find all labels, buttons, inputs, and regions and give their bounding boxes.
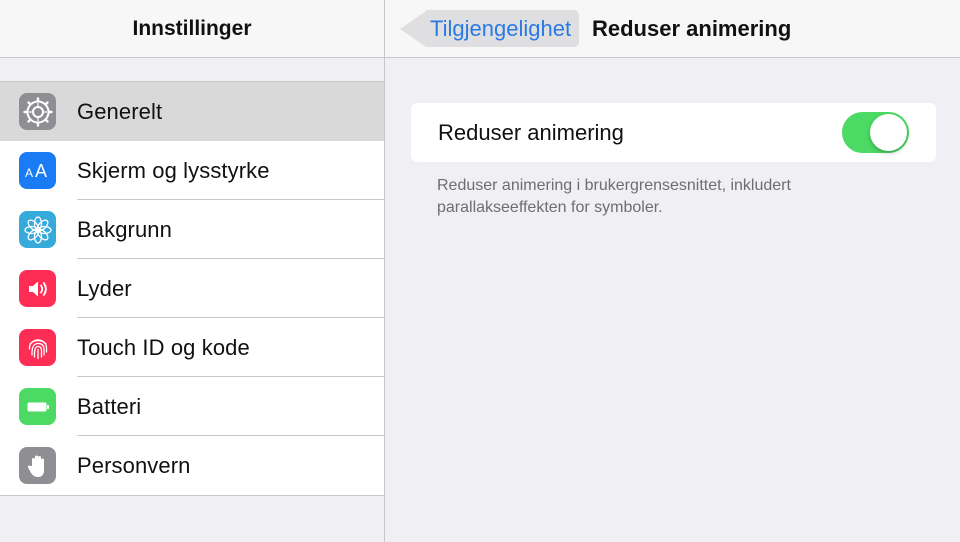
reduce-motion-row: Reduser animering [411, 103, 936, 162]
sidebar-item-label: Skjerm og lysstyrke [77, 157, 270, 183]
sidebar-item-personvern[interactable]: Personvern [0, 436, 384, 495]
battery-icon [19, 388, 56, 425]
reduce-motion-toggle[interactable] [842, 112, 909, 153]
back-arrow-icon [400, 10, 426, 47]
svg-text:A: A [25, 166, 33, 180]
reduce-motion-label: Reduser animering [438, 119, 624, 145]
sidebar-title: Innstillinger [0, 0, 384, 58]
sidebar-item-touch-id[interactable]: Touch ID og kode [0, 318, 384, 377]
sidebar-item-label: Personvern [77, 452, 191, 478]
sidebar-item-label: Touch ID og kode [77, 334, 250, 360]
speaker-icon [19, 270, 56, 307]
sidebar-item-label: Batteri [77, 393, 142, 419]
toggle-knob [870, 114, 907, 151]
sidebar-item-skjerm[interactable]: A A Skjerm og lysstyrke [0, 141, 384, 200]
sidebar-item-label: Generelt [77, 98, 163, 124]
sidebar-item-label: Bakgrunn [77, 216, 172, 242]
svg-text:A: A [35, 161, 47, 181]
sidebar-item-batteri[interactable]: Batteri [0, 377, 384, 436]
back-button[interactable]: Tilgjengelighet [400, 10, 580, 47]
sidebar-item-lyder[interactable]: Lyder [0, 259, 384, 318]
flower-icon [19, 211, 56, 248]
detail-pane: Tilgjengelighet Reduser animering Reduse… [385, 0, 960, 542]
text-size-icon: A A [19, 152, 56, 189]
page-title: Reduser animering [592, 16, 792, 41]
back-button-label: Tilgjengelighet [426, 10, 580, 47]
hand-icon [19, 447, 56, 484]
reduce-motion-description: Reduser animering i brukergrensesnittet,… [437, 177, 791, 216]
sidebar-item-bakgrunn[interactable]: Bakgrunn [0, 200, 384, 259]
sidebar-item-label: Lyder [77, 275, 132, 301]
fingerprint-icon [19, 329, 56, 366]
sidebar: Innstillinger Generelt A A Skjerm og lys… [0, 0, 385, 542]
sidebar-item-generelt[interactable]: Generelt [0, 82, 384, 141]
detail-navbar: Tilgjengelighet Reduser animering [385, 0, 960, 58]
gear-icon [19, 93, 56, 130]
settings-app: Innstillinger Generelt A A Skjerm og lys… [0, 0, 960, 542]
sidebar-list: Generelt A A Skjerm og lysstyrke Bakgrun… [0, 81, 384, 496]
